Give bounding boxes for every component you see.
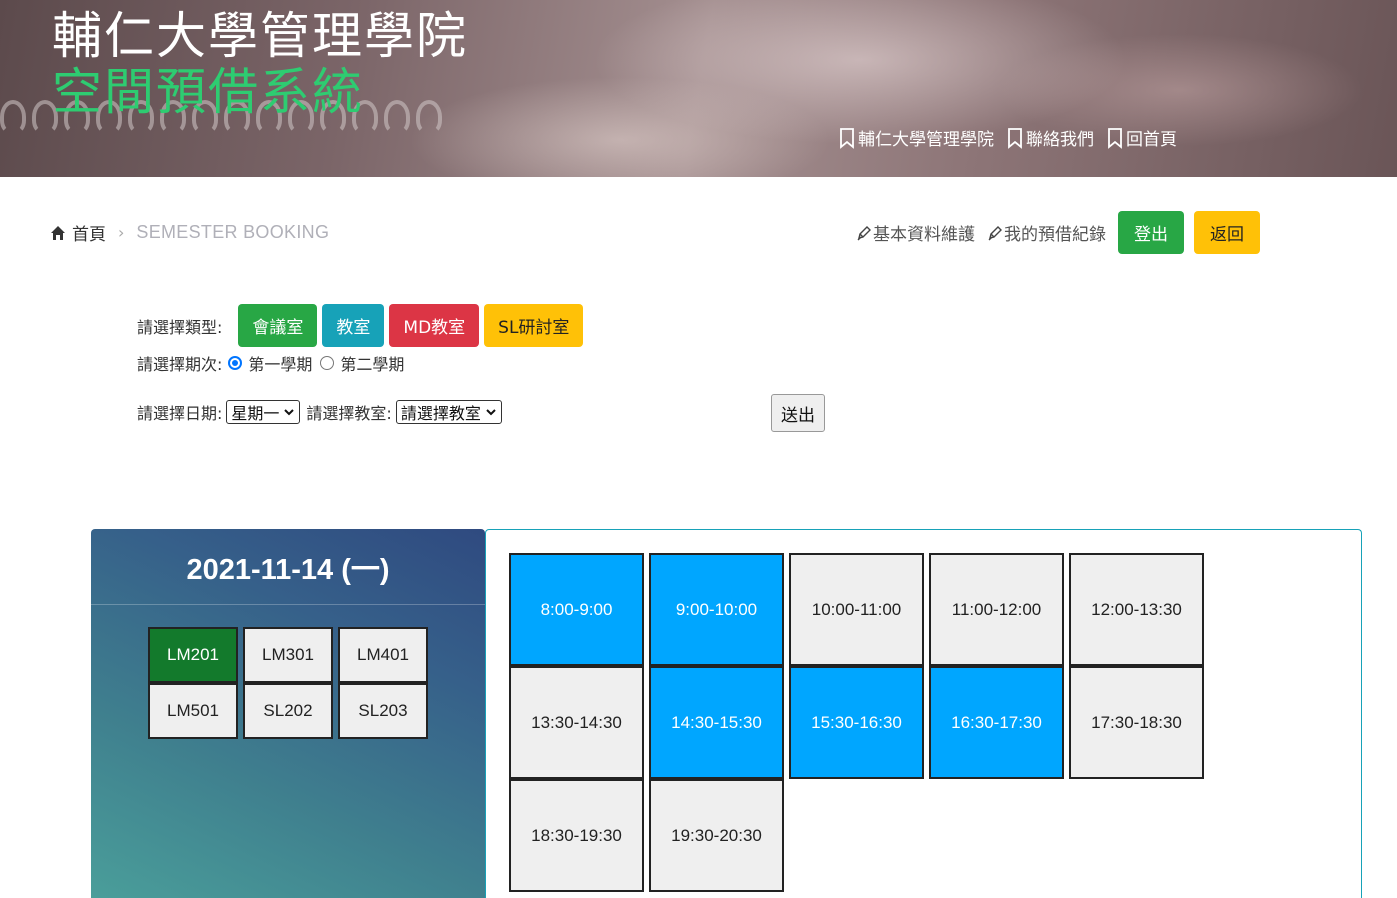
- room-button-lm501[interactable]: LM501: [148, 683, 238, 739]
- weekday-select-value: 星期一: [231, 404, 280, 423]
- timeslot[interactable]: 11:00-12:00: [929, 553, 1064, 666]
- semester-1-radio[interactable]: [228, 356, 243, 370]
- semester-selector: 請選擇期次: 第一學期 第二學期: [137, 351, 406, 375]
- nav-link-label: 聯絡我們: [1026, 130, 1094, 150]
- timeslot[interactable]: 13:30-14:30: [509, 666, 644, 779]
- site-title: 輔仁大學管理學院: [52, 7, 468, 65]
- user-actions: 基本資料維護 我的預借紀錄 登出 返回: [856, 211, 1260, 254]
- pen-icon: [857, 225, 871, 240]
- nav-link-college[interactable]: 輔仁大學管理學院: [838, 125, 994, 150]
- breadcrumb-current: SEMESTER BOOKING: [136, 222, 330, 242]
- semester-1-label: 第一學期: [248, 355, 313, 374]
- breadcrumb: 首頁 › SEMESTER BOOKING: [50, 220, 329, 245]
- profile-link-label: 基本資料維護: [873, 225, 975, 245]
- timeslot[interactable]: 8:00-9:00: [509, 553, 644, 666]
- type-sl-room-button[interactable]: SL研討室: [484, 304, 584, 347]
- timeslot[interactable]: 15:30-16:30: [789, 666, 924, 779]
- timeslot[interactable]: 19:30-20:30: [649, 779, 784, 892]
- profile-link[interactable]: 基本資料維護: [856, 220, 975, 245]
- nav-link-home[interactable]: 回首頁: [1106, 125, 1177, 150]
- home-icon: [51, 225, 65, 240]
- type-meeting-room-button[interactable]: 會議室: [238, 304, 318, 347]
- header-nav: 輔仁大學管理學院 聯絡我們 回首頁: [838, 125, 1177, 150]
- schedule-date: 2021-11-14 (一): [186, 553, 390, 586]
- semester-2-label: 第二學期: [340, 355, 405, 374]
- timeslot[interactable]: 17:30-18:30: [1069, 666, 1204, 779]
- room-panel: 2021-11-14 (一) LM201 LM301 LM401 LM501 S…: [91, 529, 485, 898]
- room-button-sl202[interactable]: SL202: [243, 683, 333, 739]
- nav-link-label: 輔仁大學管理學院: [858, 130, 994, 150]
- room-select-value: 請選擇教室: [400, 404, 481, 423]
- records-link-label: 我的預借紀錄: [1004, 225, 1106, 245]
- weekday-select[interactable]: 星期一: [226, 400, 301, 424]
- timeslot[interactable]: 12:00-13:30: [1069, 553, 1204, 666]
- room-button-sl203[interactable]: SL203: [338, 683, 428, 739]
- nav-link-contact[interactable]: 聯絡我們: [1006, 125, 1094, 150]
- date-room-selector: 請選擇日期: 星期一 請選擇教室: 請選擇教室: [137, 400, 508, 424]
- timeslot[interactable]: 16:30-17:30: [929, 666, 1064, 779]
- submit-button[interactable]: 送出: [771, 394, 825, 432]
- site-subtitle: 空間預借系統: [52, 63, 364, 121]
- bookmark-icon: [840, 127, 854, 149]
- timeslot[interactable]: 14:30-15:30: [649, 666, 784, 779]
- pen-icon: [988, 225, 1002, 240]
- records-link[interactable]: 我的預借紀錄: [987, 220, 1106, 245]
- type-selector: 請選擇類型: 會議室 教室 MD教室 SL研討室: [137, 304, 588, 347]
- semester-2-radio[interactable]: [320, 356, 335, 370]
- schedule-date-header: 2021-11-14 (一): [91, 529, 485, 605]
- type-md-classroom-button[interactable]: MD教室: [389, 304, 480, 347]
- chevron-down-icon: [486, 409, 496, 416]
- nav-link-label: 回首頁: [1126, 130, 1177, 150]
- breadcrumb-separator: ›: [118, 223, 125, 242]
- bookmark-icon: [1008, 127, 1022, 149]
- semester-label: 請選擇期次:: [137, 355, 223, 374]
- back-button[interactable]: 返回: [1194, 211, 1260, 254]
- date-label: 請選擇日期:: [137, 404, 223, 423]
- timeslot-grid: 8:00-9:00 9:00-10:00 10:00-11:00 11:00-1…: [509, 553, 1204, 892]
- breadcrumb-home-link[interactable]: 首頁: [72, 220, 106, 245]
- type-classroom-button[interactable]: 教室: [322, 304, 385, 347]
- timeslot[interactable]: 9:00-10:00: [649, 553, 784, 666]
- type-label: 請選擇類型:: [137, 317, 223, 337]
- room-list: LM201 LM301 LM401 LM501 SL202 SL203: [148, 627, 428, 739]
- timeslot-panel: 8:00-9:00 9:00-10:00 10:00-11:00 11:00-1…: [485, 529, 1362, 898]
- logout-button[interactable]: 登出: [1118, 211, 1184, 254]
- room-select[interactable]: 請選擇教室: [395, 400, 502, 424]
- bookmark-icon: [1108, 127, 1122, 149]
- header-banner: 輔仁大學管理學院 空間預借系統 輔仁大學管理學院 聯絡我們 回首頁: [0, 0, 1397, 177]
- room-label: 請選擇教室:: [306, 404, 392, 423]
- room-button-lm401[interactable]: LM401: [338, 627, 428, 683]
- timeslot[interactable]: 18:30-19:30: [509, 779, 644, 892]
- room-button-lm201[interactable]: LM201: [148, 627, 238, 683]
- timeslot[interactable]: 10:00-11:00: [789, 553, 924, 666]
- room-button-lm301[interactable]: LM301: [243, 627, 333, 683]
- chevron-down-icon: [284, 409, 295, 416]
